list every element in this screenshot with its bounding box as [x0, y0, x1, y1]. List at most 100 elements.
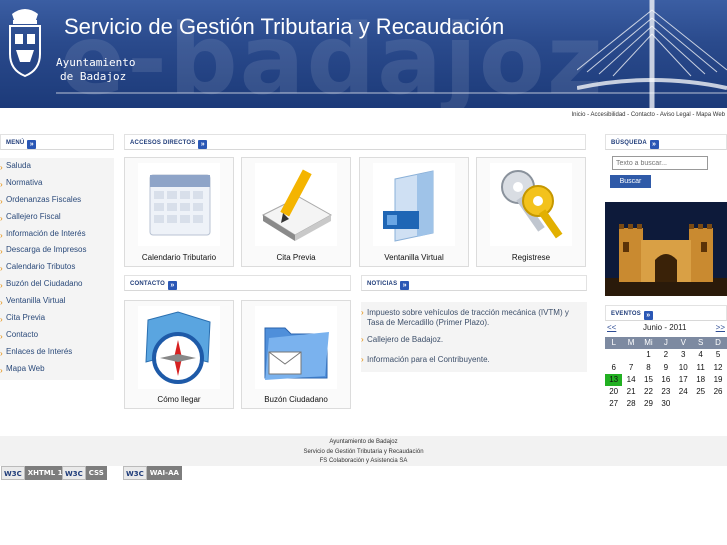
w3c-wai-badge[interactable]: W3C WAI-AA	[123, 466, 182, 480]
menu-item-contacto[interactable]: Contacto	[0, 327, 114, 346]
menu-item-calendario[interactable]: Calendario Tributos	[0, 259, 114, 278]
calendar-next-link[interactable]: >>	[716, 323, 725, 332]
calendar-day[interactable]: 23	[657, 386, 674, 398]
calendar-weekday-row: L M Mi J V S D	[605, 337, 727, 350]
tile-label: Buzón Ciudadano	[264, 395, 328, 404]
calendar-day[interactable]: 28	[622, 398, 639, 410]
search-button[interactable]: Buscar	[610, 175, 651, 188]
calendar-day[interactable]: 29	[640, 398, 657, 410]
calendar-day[interactable]: 22	[640, 386, 657, 398]
calendar-day	[622, 349, 639, 361]
footer-line: FS Colaboración y Asistencia SA	[319, 458, 408, 464]
calendar-day[interactable]: 4	[692, 349, 709, 361]
news-item[interactable]: Callejero de Badajoz.	[361, 335, 587, 345]
calendar-day[interactable]: 2	[657, 349, 674, 361]
search-input[interactable]	[612, 156, 708, 170]
tile-cita-previa[interactable]: Cita Previa	[241, 157, 351, 267]
calendar-day[interactable]: 30	[657, 398, 674, 410]
double-chevron-icon: »	[400, 281, 410, 290]
calendar-day	[692, 398, 709, 410]
weekday-cell: D	[709, 337, 727, 350]
calendar-day[interactable]: 9	[657, 362, 674, 374]
menu-item-saluda[interactable]: Saluda	[0, 158, 114, 177]
calendar-day[interactable]: 5	[709, 349, 726, 361]
calendar-week-row: 6 7 8 9 10 11 12	[605, 362, 727, 374]
accesos-header: ACCESOS DIRECTOS »	[124, 134, 586, 150]
calendar-day[interactable]: 24	[675, 386, 692, 398]
eventos-header: EVENTOS »	[605, 305, 727, 321]
news-item[interactable]: Información para el Contribuyente.	[361, 355, 587, 365]
tile-como-llegar[interactable]: Cómo llegar	[124, 300, 234, 409]
keys-icon	[490, 163, 572, 246]
footer-line: Servicio de Gestión Tributaria y Recauda…	[303, 448, 424, 455]
site-title: Servicio de Gestión Tributaria y Recauda…	[64, 14, 505, 39]
menu-item-ordenanzas[interactable]: Ordenanzas Fiscales	[0, 192, 114, 211]
calendar-nav: << Junio - 2011 >>	[605, 322, 727, 335]
menu-item-ventanilla[interactable]: Ventanilla Virtual	[0, 293, 114, 312]
weekday-cell: L	[605, 337, 623, 350]
site-header: e-badajoz Servicio de Gestión Tributaria…	[0, 0, 727, 108]
tile-label: Ventanilla Virtual	[384, 253, 444, 262]
calendar-day[interactable]: 25	[692, 386, 709, 398]
w3c-css-badge[interactable]: W3C CSS	[62, 466, 107, 480]
noticias-header: NOTICIAS »	[361, 275, 587, 291]
top-links[interactable]: Inicio - Accesibilidad - Contacto - Avis…	[571, 112, 725, 118]
double-chevron-icon: »	[27, 140, 37, 149]
calendar-day-today[interactable]: 13	[605, 373, 623, 387]
calendar-day[interactable]: 15	[640, 374, 657, 386]
calendar-day[interactable]: 10	[675, 362, 692, 374]
bridge-illustration	[577, 0, 727, 108]
calendar-prev-link[interactable]: <<	[607, 323, 616, 332]
calendar-day	[605, 349, 622, 361]
calendar-day[interactable]: 6	[605, 362, 622, 374]
menu-item-informacion[interactable]: Información de Interés	[0, 226, 114, 245]
weekday-cell: V	[674, 337, 692, 350]
calendar-day[interactable]: 8	[640, 362, 657, 374]
menu-item-mapa-web[interactable]: Mapa Web	[0, 361, 114, 380]
calendar-weeks: 1 2 3 4 5 6 7 8 9 10 11 12 13 14 15 16 17 18 19 20 21 22 23 24 2…	[605, 349, 727, 410]
menu-item-normativa[interactable]: Normativa	[0, 175, 114, 194]
tile-registrese[interactable]: Registrese	[476, 157, 586, 267]
menu-item-callejero[interactable]: Callejero Fiscal	[0, 209, 114, 228]
menu-item-descarga[interactable]: Descarga de Impresos	[0, 242, 114, 261]
calendar-day[interactable]: 11	[692, 362, 709, 374]
calendar-week-row: 27 28 29 30	[605, 398, 727, 410]
calendar-day[interactable]: 17	[675, 374, 692, 386]
double-chevron-icon: »	[649, 140, 659, 149]
calendar-day[interactable]: 16	[657, 374, 674, 386]
calendar-day[interactable]: 26	[709, 386, 726, 398]
news-item[interactable]: Impuesto sobre vehículos de tracción mec…	[361, 308, 587, 328]
calendar-day[interactable]: 18	[692, 374, 709, 386]
tile-label: Cita Previa	[276, 253, 316, 262]
weekday-cell: Mi	[639, 337, 658, 350]
calendar-day[interactable]: 7	[622, 362, 639, 374]
tile-ventanilla[interactable]: Ventanilla Virtual	[359, 157, 469, 267]
tile-label: Cómo llegar	[157, 395, 201, 404]
compass-map-icon	[138, 306, 220, 389]
footer-text: Ayuntamiento de Badajoz Servicio de Gest…	[0, 438, 727, 467]
calendar-grid: L M Mi J V S D 1 2 3 4 5 6 7 8 9 10 11 12 13 14 15 16 17…	[605, 337, 727, 411]
calendar-day[interactable]: 19	[709, 374, 726, 386]
tile-buzon-ciudadano[interactable]: Buzón Ciudadano	[241, 300, 351, 409]
tile-label: Calendario Tributario	[141, 253, 217, 262]
window-icon	[373, 163, 455, 246]
weekday-cell: S	[691, 337, 710, 350]
calendar-day[interactable]: 1	[640, 349, 657, 361]
calendar-day[interactable]: 20	[605, 386, 622, 398]
menu-item-enlaces[interactable]: Enlaces de Interés	[0, 344, 114, 363]
calendar-day[interactable]: 14	[622, 374, 639, 386]
tile-calendario[interactable]: Calendario Tributario	[124, 157, 234, 267]
calendar-week-row: 13 14 15 16 17 18 19	[605, 373, 727, 387]
calendar-day[interactable]: 12	[709, 362, 726, 374]
calendar-week-row: 12345	[605, 349, 727, 361]
city-gate-photo	[605, 202, 727, 296]
calendar-month: Junio - 2011	[643, 323, 687, 332]
tile-label: Registrese	[511, 253, 551, 262]
calendar-day[interactable]: 27	[605, 398, 622, 410]
calendar-icon	[138, 163, 220, 246]
menu-header: MENÚ »	[0, 134, 114, 150]
menu-item-buzon[interactable]: Buzón del Ciudadano	[0, 276, 114, 295]
calendar-day[interactable]: 3	[675, 349, 692, 361]
menu-item-cita-previa[interactable]: Cita Previa	[0, 310, 114, 329]
calendar-day[interactable]: 21	[622, 386, 639, 398]
